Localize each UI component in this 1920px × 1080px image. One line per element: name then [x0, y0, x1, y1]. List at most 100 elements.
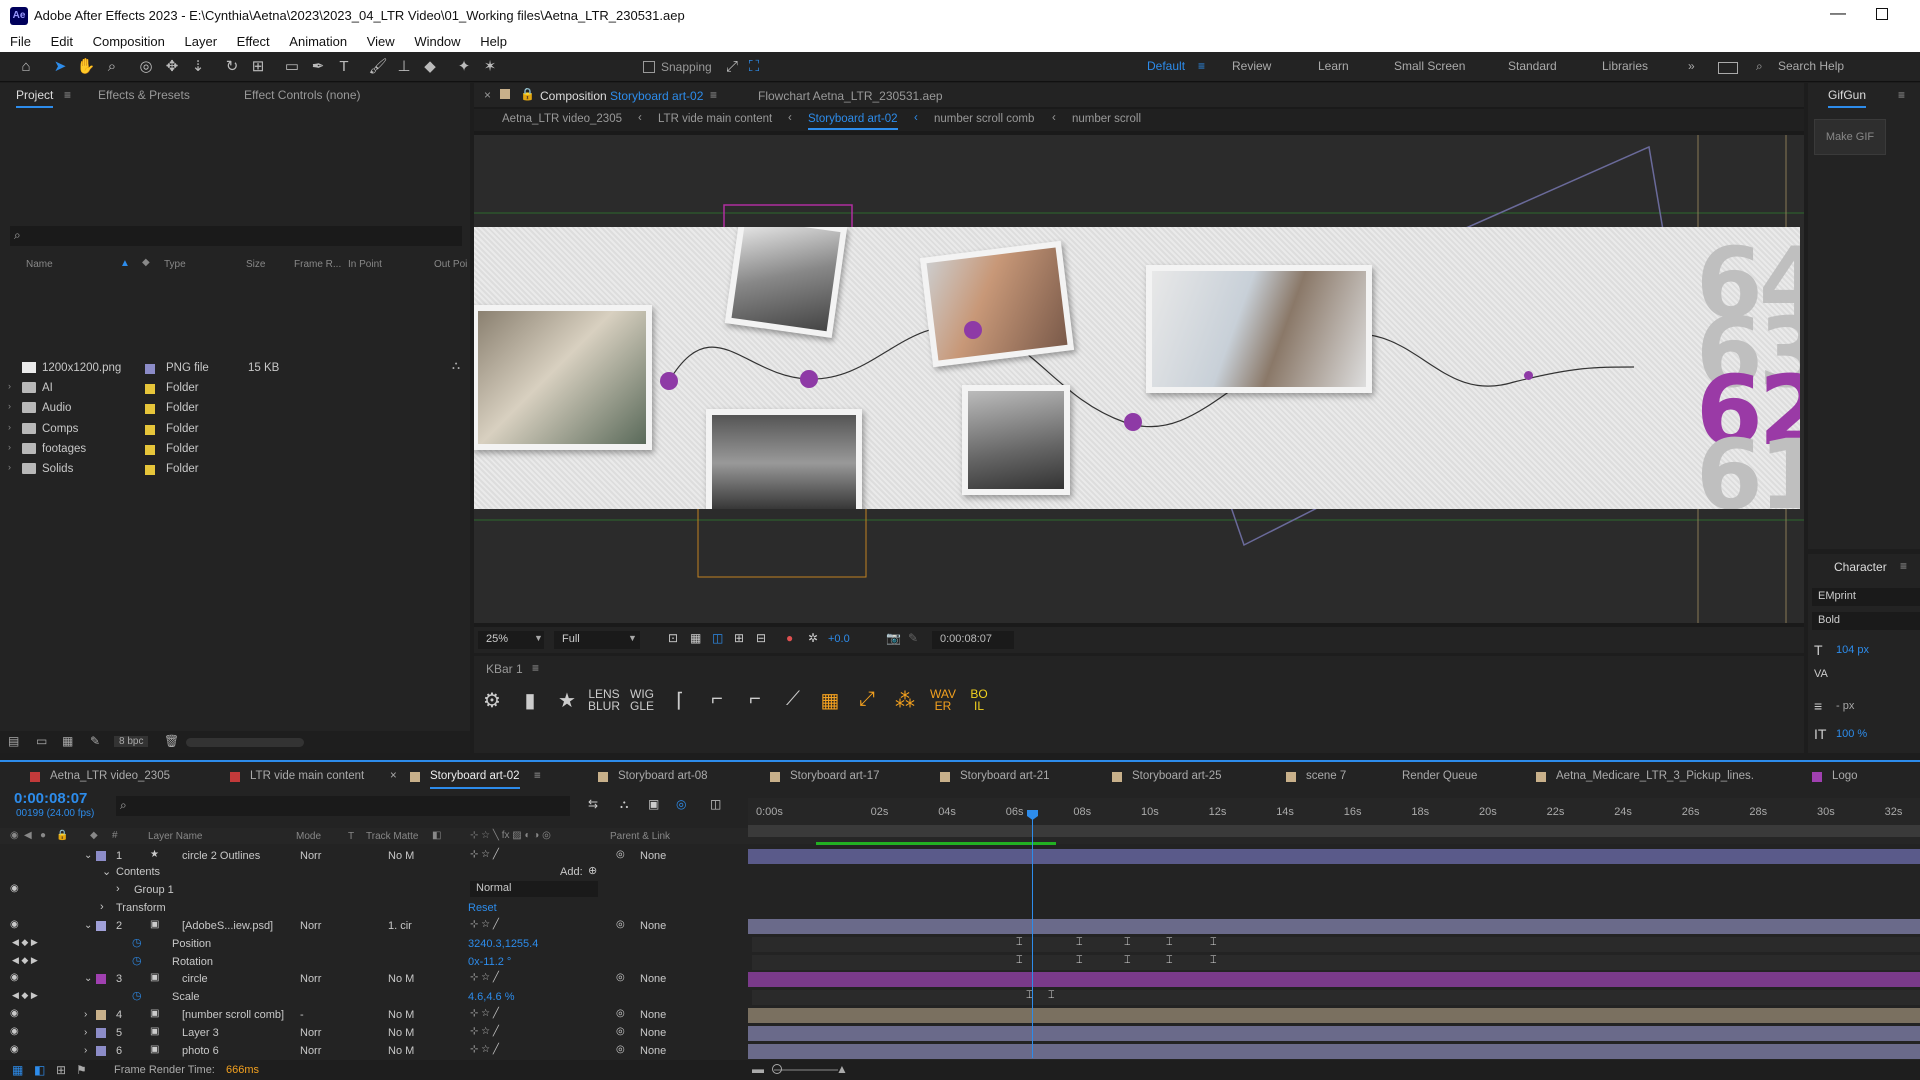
list-item[interactable]: › AI Folder [0, 379, 470, 399]
show-snapshot-icon[interactable]: ✎ [908, 631, 918, 645]
selection-tool-icon[interactable]: ➤ [50, 57, 70, 77]
layer-switches-toggle-icon[interactable]: ▦ [12, 1063, 23, 1077]
col-name[interactable]: Name [26, 259, 53, 270]
keyframe-icon[interactable]: ⌶ [1016, 954, 1023, 967]
timeline-tab[interactable]: Storyboard art-02 [430, 770, 520, 789]
font-style-select[interactable]: Bold [1812, 612, 1920, 630]
kbar-title[interactable]: KBar 1 [486, 662, 523, 676]
menu-help[interactable]: Help [480, 34, 507, 49]
playhead[interactable] [1032, 812, 1033, 1058]
keyframe-icon[interactable]: ⌶ [1210, 936, 1217, 949]
make-gif-button[interactable]: Make GIF [1814, 119, 1886, 155]
lock-icon[interactable]: 🔒 [520, 87, 535, 101]
comp-tab-label[interactable]: Composition [540, 89, 607, 103]
layer-switches-icon[interactable]: ⊹ ☆ ╱ [470, 1026, 499, 1037]
layer-track-matte[interactable]: No M [388, 1009, 414, 1021]
workspace-learn[interactable]: Learn [1318, 59, 1349, 73]
font-family-select[interactable]: EMprint [1812, 588, 1920, 606]
layer-parent[interactable]: None [640, 920, 666, 932]
star-icon[interactable]: ★ [552, 688, 582, 713]
layer-name[interactable]: Layer 3 [182, 1027, 219, 1039]
stopwatch-icon[interactable]: ◷ [132, 954, 142, 967]
document-icon[interactable]: ▮ [515, 688, 545, 713]
thumbnail-slider[interactable] [186, 738, 304, 747]
vertical-scale-value[interactable]: 100 % [1836, 728, 1867, 740]
layer-mode[interactable]: Norr [300, 973, 321, 985]
col-t[interactable]: T [348, 831, 354, 842]
project-search-input[interactable]: ⌕ [10, 226, 462, 246]
reset-link[interactable]: Reset [468, 902, 497, 914]
eye-icon[interactable]: ◉ [10, 883, 19, 894]
workspace-libraries[interactable]: Libraries [1602, 59, 1648, 73]
timeline-tab[interactable]: Logo [1832, 770, 1858, 782]
layer-name[interactable]: [number scroll comb] [182, 1009, 284, 1021]
tab-effects-presets[interactable]: Effects & Presets [98, 88, 190, 102]
parent-pickwhip-icon[interactable]: ◎ [616, 1044, 625, 1055]
layer-track-matte[interactable]: No M [388, 1045, 414, 1057]
layer-track-matte[interactable]: 1. cir [388, 920, 412, 932]
parent-pickwhip-icon[interactable]: ◎ [616, 849, 625, 860]
eye-icon[interactable]: ◉ [10, 919, 19, 930]
keyframe-nav-icon[interactable]: ◀ ◆ ▶ [12, 955, 38, 966]
keyframe-icon[interactable]: ⌶ [1166, 954, 1173, 967]
keyframe-nav-icon[interactable]: ◀ ◆ ▶ [12, 937, 38, 948]
dolly-tool-icon[interactable]: ⇣ [188, 57, 208, 77]
zoom-out-icon[interactable]: ▬ [752, 1062, 764, 1076]
roto-tool-icon[interactable]: ✦ [454, 57, 474, 77]
workspace-standard[interactable]: Standard [1508, 59, 1557, 73]
property-value[interactable]: 4.6,4.6 % [468, 991, 514, 1003]
shy-layers-icon[interactable]: ▣ [648, 797, 659, 811]
table-row[interactable]: ◉ › 4 ▣ [number scroll comb] - No M ⊹ ☆ ╱ ◎ None [0, 1007, 1920, 1024]
layer-label-swatch[interactable] [96, 921, 106, 931]
safe-margins-icon[interactable]: ⊟ [756, 631, 766, 645]
timeline-tab[interactable]: LTR vide main content [250, 770, 364, 782]
search-help-input[interactable]: Search Help [1778, 59, 1844, 73]
menu-composition[interactable]: Composition [93, 34, 165, 49]
expand-icon[interactable]: ⛶ [744, 57, 764, 77]
zoom-in-icon[interactable]: ▲ [836, 1062, 848, 1076]
layer-switches-icon[interactable]: ⊹ ☆ ╱ [470, 849, 499, 860]
label-col-icon[interactable]: ◆ [142, 257, 150, 268]
timeline-tab[interactable]: Storyboard art-17 [790, 770, 880, 782]
list-item[interactable]: › footages Folder [0, 440, 470, 460]
pen-tool-icon[interactable]: ✒ [308, 57, 328, 77]
layer-parent[interactable]: None [640, 850, 666, 862]
layer-parent[interactable]: None [640, 1009, 666, 1021]
chevron-down-icon[interactable]: › [84, 1027, 87, 1038]
menu-animation[interactable]: Animation [289, 34, 347, 49]
interpret-footage-icon[interactable]: ▤ [8, 734, 19, 748]
col-out-point[interactable]: Out Poi [434, 259, 467, 270]
stopwatch-icon[interactable]: ◷ [132, 936, 142, 949]
clone-tool-icon[interactable]: ⊥ [394, 57, 414, 77]
layer-duration-bar[interactable] [748, 1008, 1920, 1023]
rectangle-tool-icon[interactable]: ▭ [282, 57, 302, 77]
waver-button[interactable]: WAV ER [926, 688, 960, 712]
layer-name[interactable]: [AdobeS...iew.psd] [182, 920, 273, 932]
menu-edit[interactable]: Edit [51, 34, 73, 49]
grid-icon[interactable]: ▦ [815, 688, 845, 713]
eye-icon[interactable]: ◉ [10, 1044, 19, 1055]
parent-pickwhip-icon[interactable]: ◎ [616, 1026, 625, 1037]
workspace-menu-icon[interactable]: ≡ [1198, 59, 1205, 73]
timeline-tab[interactable]: Aetna_LTR video_2305 [50, 770, 170, 782]
workspace-review[interactable]: Review [1232, 59, 1271, 73]
list-item[interactable]: 1200x1200.png PNG file 15 KB ⛬ [0, 359, 470, 379]
gear-icon[interactable]: ⚙ [477, 688, 507, 713]
label-swatch[interactable] [145, 364, 155, 374]
expand-arrow-icon[interactable]: ⤢ [852, 688, 882, 711]
timeline-tab[interactable]: Storyboard art-25 [1132, 770, 1222, 782]
table-row[interactable]: ⌄ 1 ★ circle 2 Outlines Norr No M ⊹ ☆ ╱ ◎ None [0, 848, 1920, 865]
layer-track-matte[interactable]: No M [388, 973, 414, 985]
comp-mini-flowchart-icon[interactable]: ⇆ [588, 797, 598, 811]
layer-duration-bar[interactable] [748, 972, 1920, 987]
list-item[interactable]: › Solids Folder [0, 460, 470, 480]
parent-pickwhip-icon[interactable]: ◎ [616, 919, 625, 930]
crumb-ltr-main[interactable]: LTR vide main content [658, 113, 772, 125]
layer-duration-bar[interactable] [748, 849, 1920, 864]
keyframe-icon[interactable]: ⌶ [1076, 954, 1083, 967]
font-size-value[interactable]: 104 px [1836, 644, 1869, 656]
layer-mode[interactable]: Norr [300, 850, 321, 862]
layer-label-swatch[interactable] [96, 1046, 106, 1056]
minimize-icon[interactable]: — [1830, 5, 1846, 23]
keyframe-icon[interactable]: ⌶ [1124, 936, 1131, 949]
